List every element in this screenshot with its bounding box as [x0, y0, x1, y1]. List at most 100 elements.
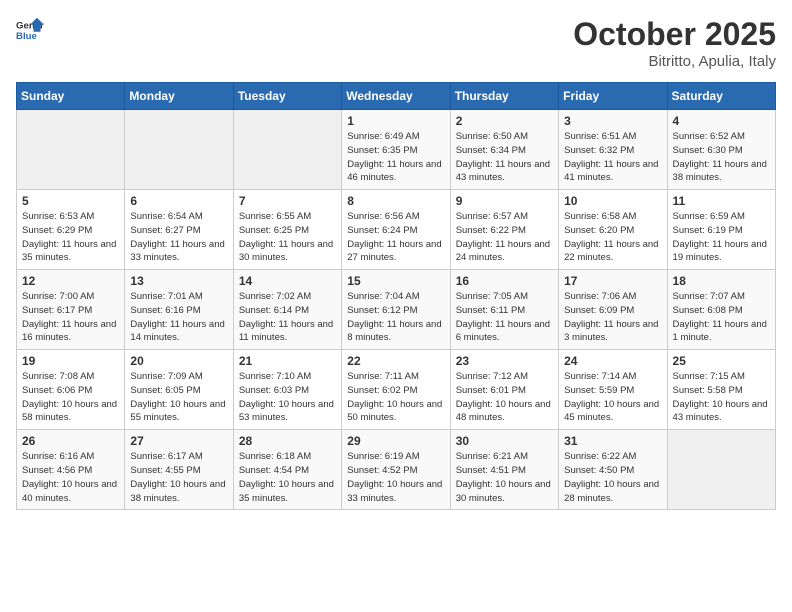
day-info: Sunrise: 6:56 AMSunset: 6:24 PMDaylight:… — [347, 210, 444, 265]
day-info: Sunrise: 6:22 AMSunset: 4:50 PMDaylight:… — [564, 450, 661, 505]
day-number: 28 — [239, 434, 336, 448]
calendar-day-cell: 7 Sunrise: 6:55 AMSunset: 6:25 PMDayligh… — [233, 190, 341, 270]
day-info: Sunrise: 7:05 AMSunset: 6:11 PMDaylight:… — [456, 290, 553, 345]
day-number: 19 — [22, 354, 119, 368]
calendar-week-row: 26 Sunrise: 6:16 AMSunset: 4:56 PMDaylig… — [17, 430, 776, 510]
calendar-day-cell: 17 Sunrise: 7:06 AMSunset: 6:09 PMDaylig… — [559, 270, 667, 350]
day-info: Sunrise: 6:58 AMSunset: 6:20 PMDaylight:… — [564, 210, 661, 265]
weekday-header: Friday — [559, 83, 667, 110]
calendar-day-cell: 14 Sunrise: 7:02 AMSunset: 6:14 PMDaylig… — [233, 270, 341, 350]
day-info: Sunrise: 6:51 AMSunset: 6:32 PMDaylight:… — [564, 130, 661, 185]
day-info: Sunrise: 7:11 AMSunset: 6:02 PMDaylight:… — [347, 370, 444, 425]
day-info: Sunrise: 6:17 AMSunset: 4:55 PMDaylight:… — [130, 450, 227, 505]
page-header: General Blue October 2025 Bitritto, Apul… — [16, 16, 776, 70]
day-number: 7 — [239, 194, 336, 208]
day-info: Sunrise: 6:16 AMSunset: 4:56 PMDaylight:… — [22, 450, 119, 505]
calendar-day-cell: 26 Sunrise: 6:16 AMSunset: 4:56 PMDaylig… — [17, 430, 125, 510]
day-number: 10 — [564, 194, 661, 208]
calendar-table: SundayMondayTuesdayWednesdayThursdayFrid… — [16, 82, 776, 510]
day-info: Sunrise: 6:57 AMSunset: 6:22 PMDaylight:… — [456, 210, 553, 265]
day-number: 21 — [239, 354, 336, 368]
calendar-day-cell: 13 Sunrise: 7:01 AMSunset: 6:16 PMDaylig… — [125, 270, 233, 350]
calendar-day-cell: 12 Sunrise: 7:00 AMSunset: 6:17 PMDaylig… — [17, 270, 125, 350]
calendar-day-cell — [125, 110, 233, 190]
calendar-day-cell — [667, 430, 775, 510]
location-subtitle: Bitritto, Apulia, Italy — [573, 53, 776, 70]
calendar-day-cell: 28 Sunrise: 6:18 AMSunset: 4:54 PMDaylig… — [233, 430, 341, 510]
calendar-day-cell: 22 Sunrise: 7:11 AMSunset: 6:02 PMDaylig… — [342, 350, 450, 430]
calendar-day-cell: 4 Sunrise: 6:52 AMSunset: 6:30 PMDayligh… — [667, 110, 775, 190]
calendar-day-cell: 9 Sunrise: 6:57 AMSunset: 6:22 PMDayligh… — [450, 190, 558, 270]
day-number: 13 — [130, 274, 227, 288]
calendar-day-cell: 19 Sunrise: 7:08 AMSunset: 6:06 PMDaylig… — [17, 350, 125, 430]
weekday-header: Wednesday — [342, 83, 450, 110]
weekday-header-row: SundayMondayTuesdayWednesdayThursdayFrid… — [17, 83, 776, 110]
calendar-day-cell: 3 Sunrise: 6:51 AMSunset: 6:32 PMDayligh… — [559, 110, 667, 190]
day-number: 12 — [22, 274, 119, 288]
day-info: Sunrise: 6:19 AMSunset: 4:52 PMDaylight:… — [347, 450, 444, 505]
calendar-day-cell: 15 Sunrise: 7:04 AMSunset: 6:12 PMDaylig… — [342, 270, 450, 350]
day-info: Sunrise: 7:01 AMSunset: 6:16 PMDaylight:… — [130, 290, 227, 345]
calendar-day-cell: 31 Sunrise: 6:22 AMSunset: 4:50 PMDaylig… — [559, 430, 667, 510]
day-number: 15 — [347, 274, 444, 288]
calendar-day-cell — [233, 110, 341, 190]
calendar-week-row: 1 Sunrise: 6:49 AMSunset: 6:35 PMDayligh… — [17, 110, 776, 190]
calendar-day-cell: 10 Sunrise: 6:58 AMSunset: 6:20 PMDaylig… — [559, 190, 667, 270]
weekday-header: Tuesday — [233, 83, 341, 110]
day-number: 16 — [456, 274, 553, 288]
day-number: 8 — [347, 194, 444, 208]
calendar-day-cell: 25 Sunrise: 7:15 AMSunset: 5:58 PMDaylig… — [667, 350, 775, 430]
day-number: 25 — [673, 354, 770, 368]
day-info: Sunrise: 6:50 AMSunset: 6:34 PMDaylight:… — [456, 130, 553, 185]
calendar-day-cell: 20 Sunrise: 7:09 AMSunset: 6:05 PMDaylig… — [125, 350, 233, 430]
day-number: 18 — [673, 274, 770, 288]
svg-text:Blue: Blue — [16, 31, 37, 42]
weekday-header: Monday — [125, 83, 233, 110]
calendar-day-cell: 27 Sunrise: 6:17 AMSunset: 4:55 PMDaylig… — [125, 430, 233, 510]
calendar-day-cell — [17, 110, 125, 190]
day-number: 17 — [564, 274, 661, 288]
title-block: October 2025 Bitritto, Apulia, Italy — [573, 16, 776, 70]
day-info: Sunrise: 6:21 AMSunset: 4:51 PMDaylight:… — [456, 450, 553, 505]
month-title: October 2025 — [573, 16, 776, 53]
calendar-day-cell: 29 Sunrise: 6:19 AMSunset: 4:52 PMDaylig… — [342, 430, 450, 510]
logo-icon: General Blue — [16, 16, 44, 44]
day-info: Sunrise: 6:53 AMSunset: 6:29 PMDaylight:… — [22, 210, 119, 265]
calendar-day-cell: 11 Sunrise: 6:59 AMSunset: 6:19 PMDaylig… — [667, 190, 775, 270]
day-info: Sunrise: 7:09 AMSunset: 6:05 PMDaylight:… — [130, 370, 227, 425]
day-info: Sunrise: 7:10 AMSunset: 6:03 PMDaylight:… — [239, 370, 336, 425]
day-number: 6 — [130, 194, 227, 208]
calendar-day-cell: 24 Sunrise: 7:14 AMSunset: 5:59 PMDaylig… — [559, 350, 667, 430]
day-info: Sunrise: 7:08 AMSunset: 6:06 PMDaylight:… — [22, 370, 119, 425]
day-number: 27 — [130, 434, 227, 448]
calendar-week-row: 19 Sunrise: 7:08 AMSunset: 6:06 PMDaylig… — [17, 350, 776, 430]
day-info: Sunrise: 6:18 AMSunset: 4:54 PMDaylight:… — [239, 450, 336, 505]
day-info: Sunrise: 7:15 AMSunset: 5:58 PMDaylight:… — [673, 370, 770, 425]
day-number: 11 — [673, 194, 770, 208]
day-number: 23 — [456, 354, 553, 368]
day-number: 31 — [564, 434, 661, 448]
weekday-header: Thursday — [450, 83, 558, 110]
day-number: 29 — [347, 434, 444, 448]
day-info: Sunrise: 7:12 AMSunset: 6:01 PMDaylight:… — [456, 370, 553, 425]
day-info: Sunrise: 7:14 AMSunset: 5:59 PMDaylight:… — [564, 370, 661, 425]
day-info: Sunrise: 6:55 AMSunset: 6:25 PMDaylight:… — [239, 210, 336, 265]
calendar-day-cell: 6 Sunrise: 6:54 AMSunset: 6:27 PMDayligh… — [125, 190, 233, 270]
day-number: 1 — [347, 114, 444, 128]
day-info: Sunrise: 7:06 AMSunset: 6:09 PMDaylight:… — [564, 290, 661, 345]
day-number: 3 — [564, 114, 661, 128]
day-number: 20 — [130, 354, 227, 368]
day-info: Sunrise: 7:07 AMSunset: 6:08 PMDaylight:… — [673, 290, 770, 345]
day-number: 14 — [239, 274, 336, 288]
calendar-day-cell: 5 Sunrise: 6:53 AMSunset: 6:29 PMDayligh… — [17, 190, 125, 270]
calendar-day-cell: 1 Sunrise: 6:49 AMSunset: 6:35 PMDayligh… — [342, 110, 450, 190]
logo: General Blue — [16, 16, 44, 44]
calendar-week-row: 5 Sunrise: 6:53 AMSunset: 6:29 PMDayligh… — [17, 190, 776, 270]
calendar-day-cell: 30 Sunrise: 6:21 AMSunset: 4:51 PMDaylig… — [450, 430, 558, 510]
day-info: Sunrise: 6:54 AMSunset: 6:27 PMDaylight:… — [130, 210, 227, 265]
calendar-day-cell: 16 Sunrise: 7:05 AMSunset: 6:11 PMDaylig… — [450, 270, 558, 350]
day-number: 26 — [22, 434, 119, 448]
calendar-day-cell: 8 Sunrise: 6:56 AMSunset: 6:24 PMDayligh… — [342, 190, 450, 270]
day-number: 4 — [673, 114, 770, 128]
day-number: 24 — [564, 354, 661, 368]
